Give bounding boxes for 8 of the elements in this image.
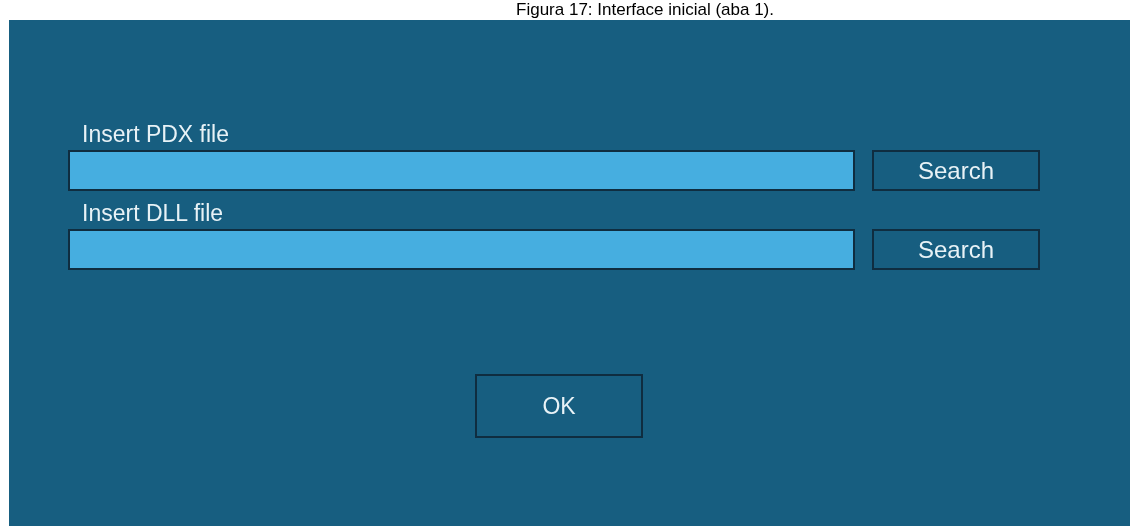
figure-caption: Figura 17: Interface inicial (aba 1). xyxy=(516,0,774,20)
ok-button[interactable]: OK xyxy=(475,374,643,438)
search-button[interactable]: Search xyxy=(872,229,1040,270)
field-label: Insert PDX file xyxy=(82,120,230,148)
file-path-field[interactable] xyxy=(68,229,855,270)
search-button[interactable]: Search xyxy=(872,150,1040,191)
file-path-field[interactable] xyxy=(68,150,855,191)
field-label: Insert DLL file xyxy=(82,199,225,227)
